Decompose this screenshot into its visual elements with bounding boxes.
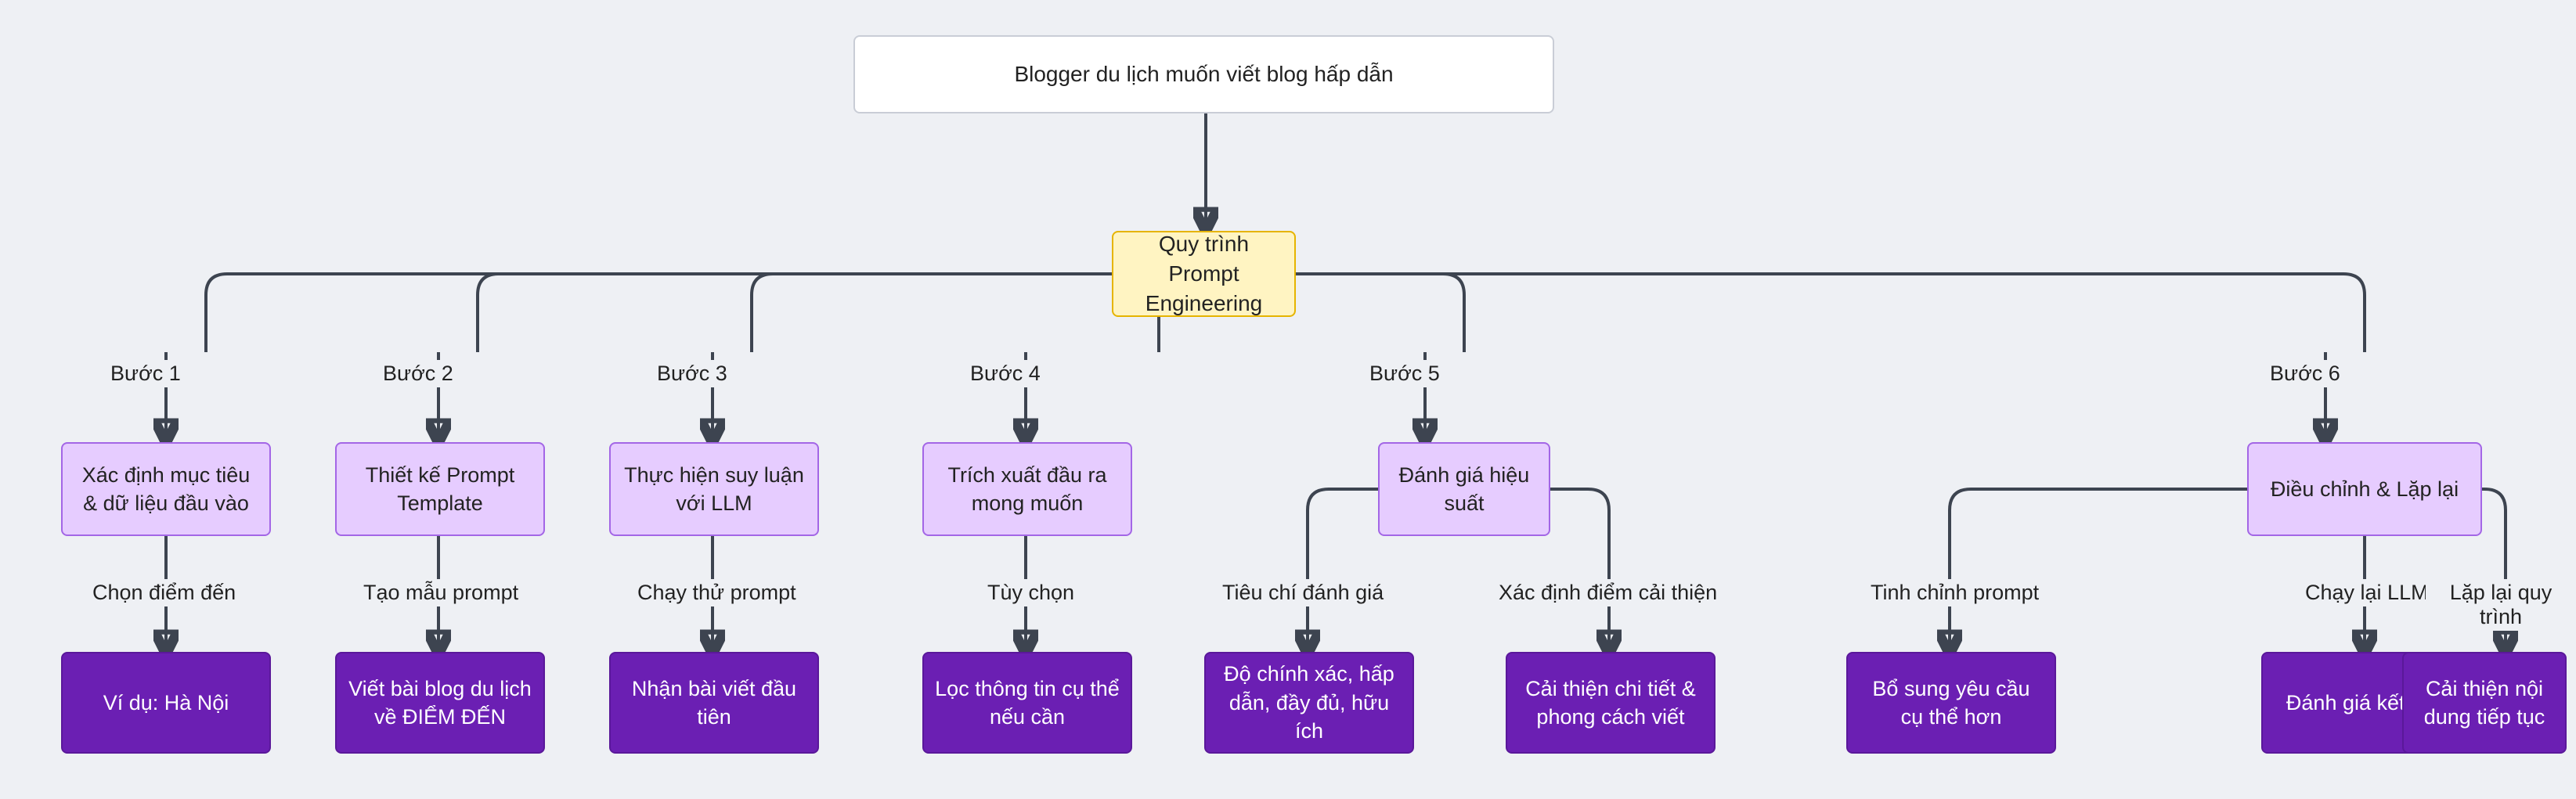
sub-label-6a: Tinh chỉnh prompt [1866, 579, 2044, 606]
leaf-6a-text: Bổ sung yêu cầu cụ thể hơn [1859, 675, 2044, 732]
leaf-6c: Cải thiện nội dung tiếp tục [2402, 652, 2567, 754]
step-box-5-text: Đánh giá hiệu suất [1391, 461, 1538, 518]
process-title: Quy trình Prompt Engineering [1124, 229, 1283, 318]
sub-label-5a: Tiêu chí đánh giá [1218, 579, 1388, 606]
step-box-6-text: Điều chỉnh & Lặp lại [2271, 475, 2459, 503]
leaf-4-text: Lọc thông tin cụ thể nếu cần [935, 675, 1120, 732]
sub-label-1: Chọn điểm đến [88, 579, 240, 606]
step-box-1: Xác định mục tiêu & dữ liệu đầu vào [61, 442, 271, 536]
sub-label-6b: Chạy lại LLM [2300, 579, 2433, 606]
root-title: Blogger du lịch muốn viết blog hấp dẫn [1014, 59, 1393, 89]
sub-label-4: Tùy chọn [983, 579, 1079, 606]
sub-label-6c: Lặp lại quy trình [2426, 579, 2576, 631]
leaf-6a: Bổ sung yêu cầu cụ thể hơn [1846, 652, 2056, 754]
leaf-5a: Độ chính xác, hấp dẫn, đầy đủ, hữu ích [1204, 652, 1414, 754]
step-box-3-text: Thực hiện suy luận với LLM [622, 461, 806, 518]
step-label-4: Bước 4 [965, 360, 1045, 387]
step-label-6: Bước 6 [2265, 360, 2345, 387]
step-box-4-text: Trích xuất đầu ra mong muốn [935, 461, 1120, 518]
leaf-3: Nhận bài viết đầu tiên [609, 652, 819, 754]
step-box-1-text: Xác định mục tiêu & dữ liệu đầu vào [74, 461, 258, 518]
process-node: Quy trình Prompt Engineering [1112, 231, 1296, 317]
step-label-1: Bước 1 [106, 360, 186, 387]
leaf-2: Viết bài blog du lịch về ĐIỂM ĐẾN [335, 652, 545, 754]
leaf-2-text: Viết bài blog du lịch về ĐIỂM ĐẾN [348, 675, 532, 732]
leaf-5b-text: Cải thiện chi tiết & phong cách viết [1518, 675, 1703, 732]
sub-label-5b: Xác định điểm cải thiện [1494, 579, 1722, 606]
root-node: Blogger du lịch muốn viết blog hấp dẫn [853, 35, 1554, 113]
leaf-5a-text: Độ chính xác, hấp dẫn, đầy đủ, hữu ích [1217, 660, 1402, 745]
leaf-1: Ví dụ: Hà Nội [61, 652, 271, 754]
leaf-6c-text: Cải thiện nội dung tiếp tục [2415, 675, 2554, 732]
sub-label-2: Tạo mẫu prompt [359, 579, 523, 606]
step-label-3: Bước 3 [652, 360, 732, 387]
step-label-2: Bước 2 [378, 360, 458, 387]
leaf-4: Lọc thông tin cụ thể nếu cần [922, 652, 1132, 754]
step-box-5: Đánh giá hiệu suất [1378, 442, 1550, 536]
step-box-4: Trích xuất đầu ra mong muốn [922, 442, 1132, 536]
step-box-6: Điều chỉnh & Lặp lại [2247, 442, 2482, 536]
leaf-3-text: Nhận bài viết đầu tiên [622, 675, 806, 732]
leaf-5b: Cải thiện chi tiết & phong cách viết [1506, 652, 1716, 754]
step-label-5: Bước 5 [1365, 360, 1445, 387]
step-box-2: Thiết kế Prompt Template [335, 442, 545, 536]
sub-label-3: Chạy thử prompt [633, 579, 801, 606]
step-box-3: Thực hiện suy luận với LLM [609, 442, 819, 536]
step-box-2-text: Thiết kế Prompt Template [348, 461, 532, 518]
leaf-1-text: Ví dụ: Hà Nội [103, 689, 229, 717]
